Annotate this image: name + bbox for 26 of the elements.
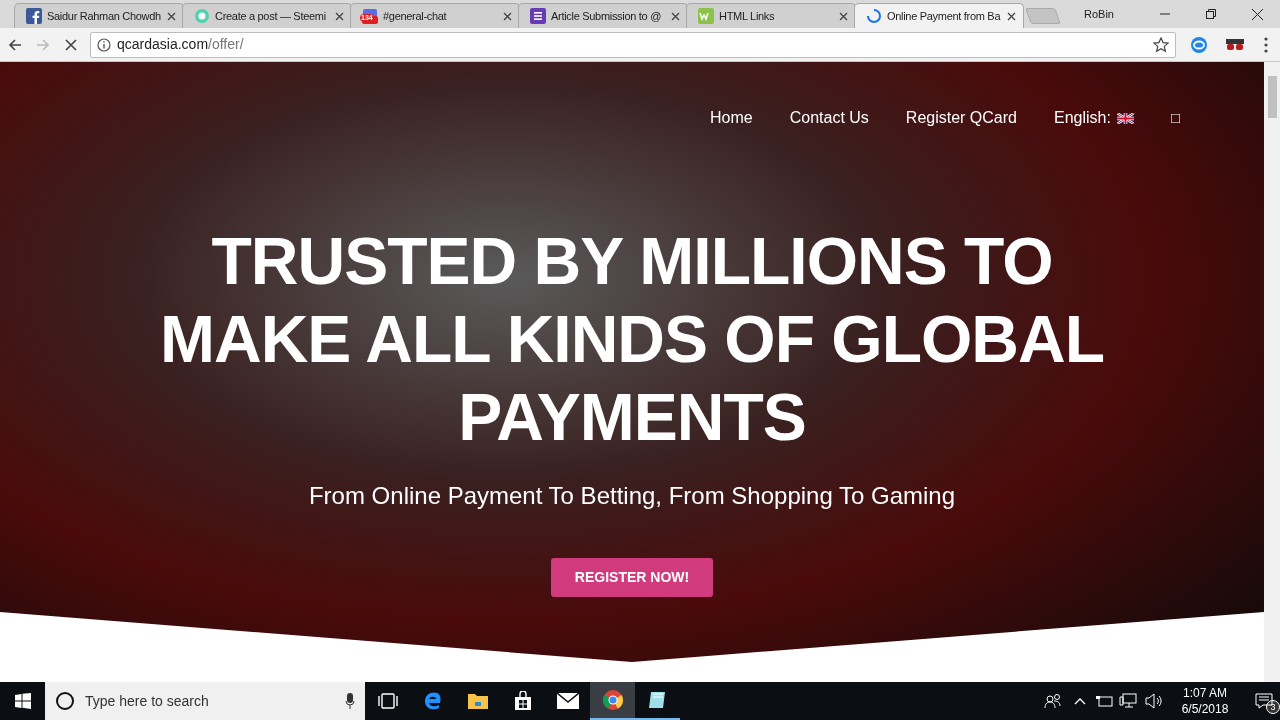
- nav-link[interactable]: Home: [710, 106, 753, 130]
- tab-title: #general-chat: [383, 8, 448, 24]
- taskbar-search-field[interactable]: Type here to search: [45, 682, 365, 720]
- search-placeholder: Type here to search: [85, 691, 210, 711]
- register-button[interactable]: REGISTER NOW!: [551, 558, 713, 597]
- tab-title: Article Submission to @: [551, 8, 663, 24]
- tab-title: Create a post — Steemi: [215, 8, 327, 24]
- profile-name[interactable]: RoBin: [1084, 5, 1114, 23]
- language-selector[interactable]: English:: [1054, 106, 1134, 130]
- nav-link[interactable]: Contact Us: [789, 106, 869, 130]
- hero-headline: TRUSTED BY MILLIONS TO MAKE ALL KINDS OF GLOBAL PAYMENTS: [159, 223, 1105, 456]
- tab-title: Saidur Rahman Chowdh: [47, 8, 162, 24]
- hero-subtitle: From Online Payment To Betting, From Shopping To Gaming: [308, 481, 956, 511]
- nav-link[interactable]: Register QCard: [905, 106, 1017, 130]
- tab-title: HTML Links: [719, 8, 776, 24]
- browser-tab[interactable]: Saidur Rahman Chowdh: [14, 3, 184, 28]
- browser-tab[interactable]: Article Submission to @: [518, 3, 688, 28]
- tab-title: Online Payment from Ba: [887, 8, 1002, 24]
- clock-date[interactable]: 6/5/2018: [1181, 701, 1229, 717]
- browser-tab[interactable]: Create a post — Steemi: [182, 3, 352, 28]
- browser-tab[interactable]: HTML Links: [686, 3, 856, 28]
- browser-tab[interactable]: Online Payment from Ba: [854, 3, 1024, 28]
- url-text: qcardasia.com/offer/: [117, 35, 245, 54]
- address-bar[interactable]: qcardasia.com/offer/: [90, 31, 1176, 58]
- nav-glyph[interactable]: □: [1170, 106, 1180, 130]
- clock-time[interactable]: 1:07 AM: [1183, 685, 1227, 701]
